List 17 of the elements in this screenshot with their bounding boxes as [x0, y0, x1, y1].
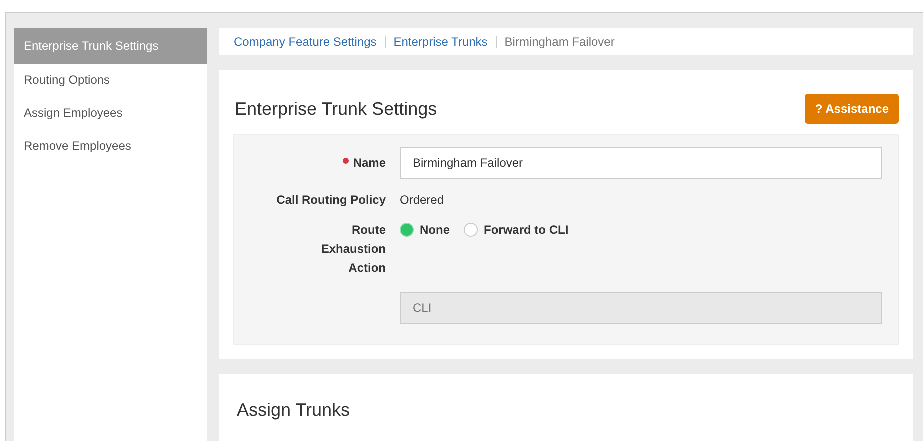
- field-label: Name: [353, 156, 386, 170]
- radio-button[interactable]: [464, 223, 478, 237]
- field-label: Route Exhaustion Action: [320, 222, 386, 277]
- sidebar-item[interactable]: Remove Employees: [14, 130, 207, 163]
- card-title: Enterprise Trunk Settings: [234, 98, 438, 120]
- breadcrumb-link[interactable]: Company Feature Settings: [234, 34, 377, 48]
- breadcrumb-current: Birmingham Failover: [504, 34, 615, 48]
- sidebar-item[interactable]: Routing Options: [14, 64, 207, 97]
- radio-label[interactable]: None: [420, 223, 450, 237]
- field-label: Call Routing Policy: [276, 193, 386, 207]
- field-value: Ordered: [400, 193, 444, 207]
- name-field[interactable]: Birmingham Failover: [400, 147, 882, 179]
- breadcrumb-link[interactable]: Enterprise Trunks: [394, 34, 488, 48]
- radio-label[interactable]: Forward to CLI: [484, 223, 569, 237]
- sidebar-item[interactable]: Assign Employees: [14, 97, 207, 130]
- card-title: Assign Trunks: [236, 400, 350, 420]
- radio-button[interactable]: [400, 223, 414, 237]
